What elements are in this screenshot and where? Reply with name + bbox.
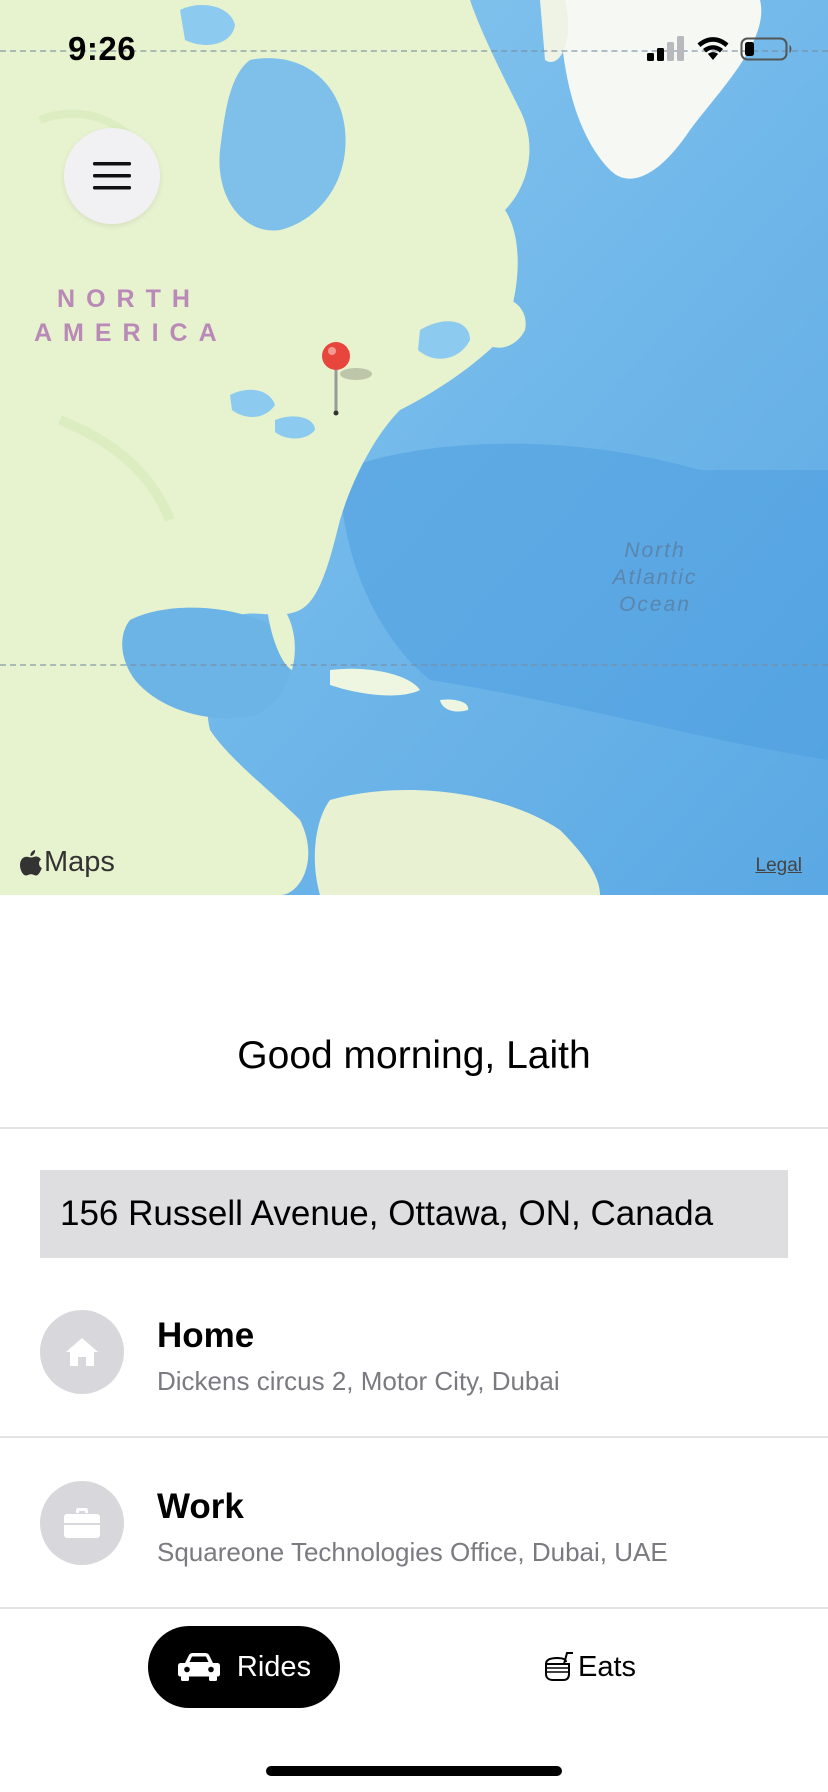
saved-place-work[interactable]: Work Squareone Technologies Office, Duba… [0,1461,828,1611]
apple-logo-icon [20,849,42,875]
ocean-label-line1: North [624,539,686,562]
battery-icon [740,37,792,61]
tab-rides[interactable]: Rides [148,1626,340,1708]
continent-label-line2: AMERICA [34,319,228,347]
continent-label: NORTH AMERICA [34,282,224,350]
tab-eats-label: Eats [577,1650,637,1683]
home-icon [40,1310,124,1394]
place-title: Home [157,1316,255,1355]
maps-brand-label: Maps [44,846,115,878]
ocean-label-line2: Atlantic [612,566,698,589]
wifi-icon [697,37,729,60]
divider [0,1607,828,1609]
map-view[interactable]: NORTH AMERICA North Atlantic Ocean 9:26 [0,0,828,895]
menu-button[interactable] [64,128,160,224]
tab-eats[interactable]: Eats [520,1626,660,1708]
place-title: Work [157,1487,244,1526]
location-pin-icon[interactable] [320,340,376,421]
ocean-label-line3: Ocean [619,593,691,616]
tab-rides-label: Rides [236,1650,312,1683]
status-icons [646,34,794,64]
status-time: 9:26 [68,30,137,67]
hamburger-menu-icon [93,162,131,190]
current-address-field[interactable]: 156 Russell Avenue, Ottawa, ON, Canada [40,1170,788,1258]
divider [0,1436,828,1438]
greeting-text: Good morning, Laith [237,1034,591,1077]
saved-place-home[interactable]: Home Dickens circus 2, Motor City, Dubai [0,1290,828,1440]
cellular-signal-icon [647,36,684,61]
continent-label-line1: NORTH [57,285,201,313]
ocean-label: North Atlantic Ocean [590,537,720,618]
maps-attribution[interactable]: Maps [20,846,115,879]
divider [0,1127,828,1129]
place-subtitle: Squareone Technologies Office, Dubai, UA… [157,1537,668,1567]
food-bag-icon [544,1652,573,1681]
status-bar: 9:26 [0,0,828,100]
place-subtitle: Dickens circus 2, Motor City, Dubai [157,1366,560,1396]
briefcase-icon [40,1481,124,1565]
legal-link[interactable]: Legal [756,855,803,877]
tropic-line [0,664,828,666]
home-indicator[interactable] [266,1766,562,1776]
current-address-text: 156 Russell Avenue, Ottawa, ON, Canada [60,1194,714,1233]
car-icon [177,1653,220,1681]
